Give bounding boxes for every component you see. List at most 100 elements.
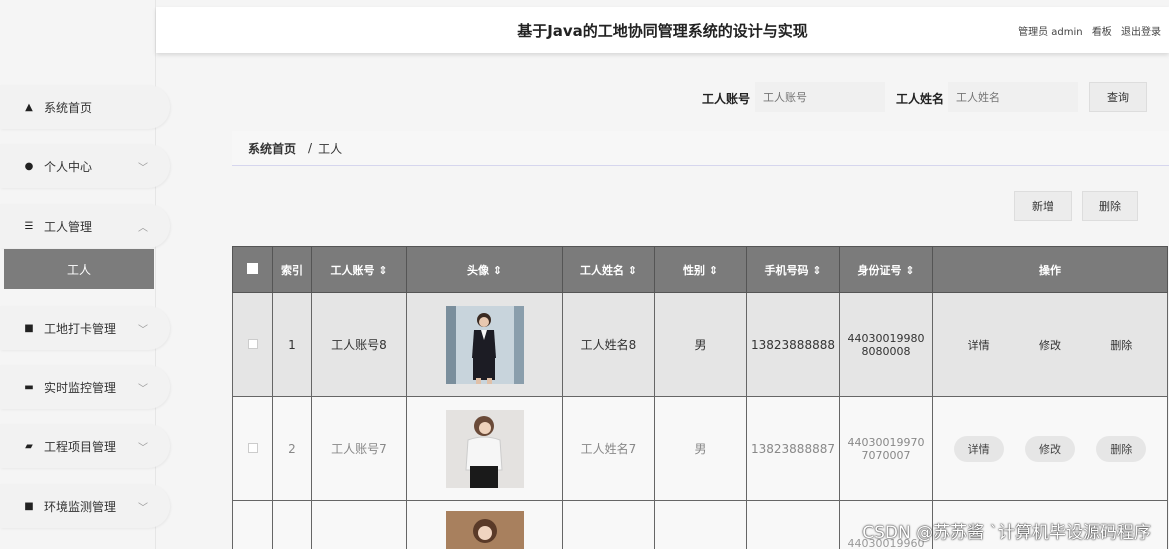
table-row: 2 工人账号7 工人姓名7 男 13823888887 44030019970 …: [232, 396, 1168, 501]
chevron-up-icon: ︿: [138, 222, 148, 234]
logout-link[interactable]: 退出登录: [1121, 27, 1161, 38]
chevron-down-icon: ﹀: [138, 324, 148, 336]
col-header-phone[interactable]: 手机号码 ⇕: [746, 246, 840, 293]
col-header-avatar[interactable]: 头像 ⇕: [406, 246, 563, 293]
user-icon: ●: [24, 160, 34, 172]
grid-icon: ■: [24, 322, 34, 334]
bulk-delete-button-label: 删除: [1099, 200, 1121, 213]
name-search-label: 工人姓名: [896, 92, 945, 106]
name-search-input[interactable]: [948, 82, 1078, 112]
sidebar-item-label: 系统首页: [44, 100, 93, 115]
col-header-name[interactable]: 工人姓名 ⇕: [562, 246, 655, 293]
breadcrumb-home[interactable]: 系统首页: [248, 140, 296, 157]
chevron-down-icon: ﹀: [138, 442, 148, 454]
row-checkbox[interactable]: [247, 338, 258, 349]
edit-button[interactable]: 修改: [1025, 332, 1075, 358]
avatar-cell: [406, 396, 563, 501]
table-header-row: 索引 工人账号 ⇕ 头像 ⇕ 工人姓名 ⇕ 性别 ⇕ 手机号码 ⇕ 身份证号 ⇕…: [232, 246, 1168, 293]
phone-cell: [746, 500, 840, 549]
briefcase-icon: ▰: [25, 440, 33, 452]
user-area: 管理员 admin 看板 退出登录: [1012, 23, 1161, 38]
user-name: 管理员 admin: [1018, 27, 1083, 38]
ops-cell: 详情 修改 删除: [932, 292, 1168, 397]
sidebar-subitem-worker[interactable]: 工人: [4, 249, 154, 289]
chevron-down-icon: ﹀: [138, 383, 148, 395]
chevron-down-icon: ﹀: [138, 162, 148, 174]
avatar-image: [445, 305, 524, 384]
breadcrumb: 系统首页 / 工人: [232, 131, 1169, 166]
name-cell: 工人姓名8: [562, 292, 655, 397]
sidebar-item-environment[interactable]: ■ 环境监测管理 ﹀: [0, 484, 170, 528]
sidebar-item-personal[interactable]: ● 个人中心 ﹀: [0, 144, 170, 188]
bulk-delete-button[interactable]: 删除: [1082, 191, 1138, 221]
phone-cell: 13823888887: [746, 396, 840, 501]
select-all-checkbox[interactable]: [247, 262, 258, 274]
detail-button[interactable]: 详情: [953, 435, 1004, 462]
col-header-gender[interactable]: 性别 ⇕: [654, 246, 747, 293]
add-button[interactable]: 新增: [1014, 191, 1072, 221]
phone-cell: 13823888888: [746, 292, 840, 397]
col-header-id[interactable]: 身份证号 ⇕: [839, 246, 933, 293]
sidebar-item-workers[interactable]: ☰ 工人管理 ︿: [0, 204, 170, 248]
list-icon: ☰: [24, 220, 34, 232]
grid-icon: ■: [24, 500, 34, 512]
name-cell: [562, 500, 655, 549]
row-select-cell[interactable]: [232, 396, 273, 501]
col-header-ops: 操作: [932, 246, 1168, 293]
gender-cell: 男: [654, 292, 747, 397]
gender-cell: 男: [654, 396, 747, 501]
row-select-cell[interactable]: [232, 500, 273, 549]
index-cell: [272, 500, 312, 549]
watermark: CSDN @苏苏酱 `计算机毕设源码程序: [862, 523, 1151, 543]
id-number-cell: 44030019980 8080008: [839, 292, 933, 397]
avatar-image: [445, 409, 524, 488]
home-icon: ▲: [25, 101, 33, 113]
name-cell: 工人姓名7: [562, 396, 655, 501]
row-checkbox[interactable]: [247, 442, 258, 453]
delete-button[interactable]: 删除: [1096, 435, 1147, 462]
query-button[interactable]: 查询: [1089, 82, 1147, 112]
account-cell: [311, 500, 407, 549]
index-cell: 1: [272, 292, 312, 397]
col-header-account[interactable]: 工人账号 ⇕: [311, 246, 407, 293]
detail-button[interactable]: 详情: [954, 332, 1004, 358]
app-root: ▲ 系统首页 ● 个人中心 ﹀ ☰ 工人管理 ︿ 工人 ■ 工地打卡管理 ﹀ ▬…: [0, 0, 1169, 549]
select-all-header[interactable]: [232, 246, 273, 293]
account-cell: 工人账号8: [311, 292, 407, 397]
table-row: 1 工人账号8 工人姓名8 男 13823888888 44030019980 …: [232, 292, 1168, 397]
sidebar-item-label: 工程项目管理: [44, 439, 117, 454]
edit-button[interactable]: 修改: [1024, 435, 1075, 462]
worker-table: 索引 工人账号 ⇕ 头像 ⇕ 工人姓名 ⇕ 性别 ⇕ 手机号码 ⇕ 身份证号 ⇕…: [232, 246, 1168, 549]
avatar-cell: [406, 292, 563, 397]
sidebar-item-monitor[interactable]: ▬ 实时监控管理 ﹀: [0, 365, 170, 409]
monitor-icon: ▬: [24, 381, 34, 393]
sidebar-item-label: 实时监控管理: [44, 380, 117, 395]
query-button-label: 查询: [1107, 91, 1129, 104]
col-header-index: 索引: [272, 246, 312, 293]
gender-cell: [654, 500, 747, 549]
sidebar-item-projects[interactable]: ▰ 工程项目管理 ﹀: [0, 424, 170, 468]
avatar-cell: [406, 500, 563, 549]
sidebar-item-checkin[interactable]: ■ 工地打卡管理 ﹀: [0, 306, 170, 350]
sidebar-item-label: 工人管理: [44, 219, 93, 234]
top-bar: 基于Java的工地协同管理系统的设计与实现 管理员 admin 看板 退出登录: [156, 7, 1169, 53]
delete-button[interactable]: 删除: [1096, 332, 1146, 358]
dashboard-link[interactable]: 看板: [1092, 27, 1112, 38]
sidebar-subitem-label: 工人: [66, 262, 91, 277]
sidebar-item-home[interactable]: ▲ 系统首页: [0, 85, 170, 129]
add-button-label: 新增: [1032, 200, 1054, 213]
chevron-down-icon: ﹀: [138, 502, 148, 514]
avatar-image: [445, 511, 524, 549]
sidebar-item-label: 工地打卡管理: [44, 321, 117, 336]
account-cell: 工人账号7: [311, 396, 407, 501]
sidebar-item-label: 个人中心: [44, 159, 93, 174]
sidebar-item-label: 环境监测管理: [44, 499, 117, 514]
breadcrumb-separator: /: [308, 141, 313, 155]
breadcrumb-current: 工人: [318, 141, 343, 156]
id-number-cell: 44030019970 7070007: [839, 396, 933, 501]
account-search-input[interactable]: [755, 82, 885, 112]
row-select-cell[interactable]: [232, 292, 273, 397]
account-search-label: 工人账号: [702, 92, 751, 106]
index-cell: 2: [272, 396, 312, 501]
ops-cell: 详情 修改 删除: [932, 396, 1168, 501]
